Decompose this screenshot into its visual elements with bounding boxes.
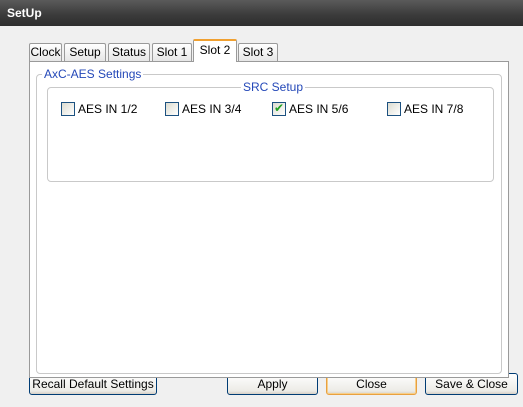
tab-status[interactable]: Status — [108, 43, 150, 61]
title-bar[interactable]: SetUp — [0, 0, 523, 26]
checkbox-label: AES IN 3/4 — [182, 102, 242, 116]
checkbox-label: AES IN 1/2 — [78, 102, 138, 116]
setup-dialog: SetUp Clock Setup Status Slot 1 Slot 2 S… — [0, 0, 523, 407]
aes-in-5-6-checkbox[interactable]: ✔ AES IN 5/6 — [272, 101, 362, 116]
window-title: SetUp — [7, 6, 42, 20]
src-setup-group: SRC Setup AES IN 1/2 AES IN 3/4 ✔ AES IN… — [47, 80, 494, 182]
checkbox-box[interactable]: ✔ — [272, 101, 286, 116]
slot-2-panel: AxC-AES Settings SRC Setup AES IN 1/2 AE… — [29, 61, 509, 378]
aes-in-7-8-checkbox[interactable]: AES IN 7/8 — [387, 102, 477, 116]
checkbox-box[interactable] — [387, 102, 401, 116]
axc-aes-settings-title: AxC-AES Settings — [42, 67, 144, 81]
axc-aes-settings-group: AxC-AES Settings SRC Setup AES IN 1/2 AE… — [36, 67, 502, 374]
checkbox-label: AES IN 5/6 — [289, 102, 349, 116]
checkbox-box[interactable] — [61, 102, 75, 116]
src-setup-title: SRC Setup — [241, 80, 306, 94]
checkbox-label: AES IN 7/8 — [404, 102, 464, 116]
checkbox-box[interactable] — [165, 102, 179, 116]
tab-slot-1[interactable]: Slot 1 — [152, 43, 192, 61]
tab-slot-2[interactable]: Slot 2 — [193, 39, 237, 62]
dialog-client-area: Clock Setup Status Slot 1 Slot 2 Slot 3 … — [0, 26, 523, 407]
tab-clock[interactable]: Clock — [29, 43, 62, 61]
check-icon: ✔ — [274, 101, 285, 115]
aes-in-1-2-checkbox[interactable]: AES IN 1/2 — [61, 102, 151, 116]
aes-in-3-4-checkbox[interactable]: AES IN 3/4 — [165, 102, 255, 116]
tab-slot-3[interactable]: Slot 3 — [238, 43, 278, 61]
tab-setup[interactable]: Setup — [64, 43, 106, 61]
